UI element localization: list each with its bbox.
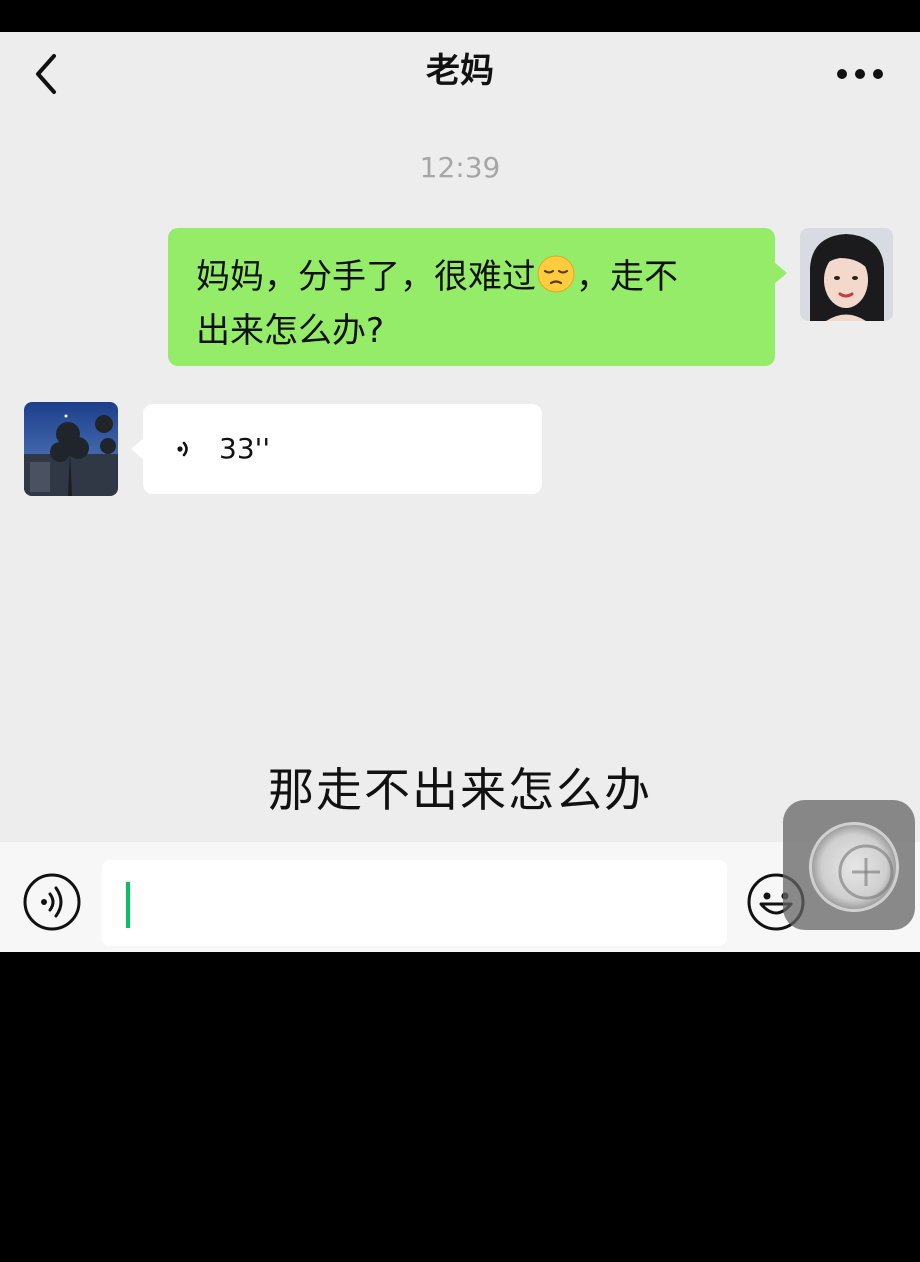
voice-input-icon: [23, 873, 81, 931]
chat-screen: 老妈 12:39 妈妈，分手了，很难过 ，走不 出来怎么办? 33'' 那走不出…: [0, 32, 920, 952]
message-text-line2: 出来怎么办?: [196, 311, 385, 351]
plus-button[interactable]: [836, 842, 896, 902]
outgoing-message-bubble[interactable]: 妈妈，分手了，很难过 ，走不 出来怎么办?: [168, 228, 787, 366]
my-avatar[interactable]: [800, 228, 893, 321]
message-text-line1-tail: ，走不: [576, 257, 678, 297]
input-bar: [0, 842, 920, 952]
plus-icon: [838, 844, 894, 900]
mom-avatar[interactable]: [24, 402, 118, 496]
video-subtitle: 那走不出来怎么办: [268, 763, 652, 817]
message-input[interactable]: [102, 860, 727, 946]
pensive-face-emoji: [537, 255, 575, 293]
mom-avatar-image: [24, 402, 118, 496]
text-caret: [126, 882, 130, 928]
voice-wave-icon: [177, 441, 188, 457]
message-text-line1: 妈妈，分手了，很难过: [196, 257, 536, 297]
more-button[interactable]: [830, 54, 890, 94]
top-bar: 老妈: [0, 32, 920, 112]
message-timestamp: 12:39: [419, 151, 501, 184]
more-dots-icon: [837, 69, 883, 79]
my-avatar-image: [800, 228, 893, 321]
incoming-voice-message[interactable]: 33'': [131, 404, 542, 494]
chat-title: 老妈: [426, 51, 494, 91]
voice-input-button[interactable]: [22, 872, 82, 932]
voice-duration: 33'': [219, 432, 271, 465]
